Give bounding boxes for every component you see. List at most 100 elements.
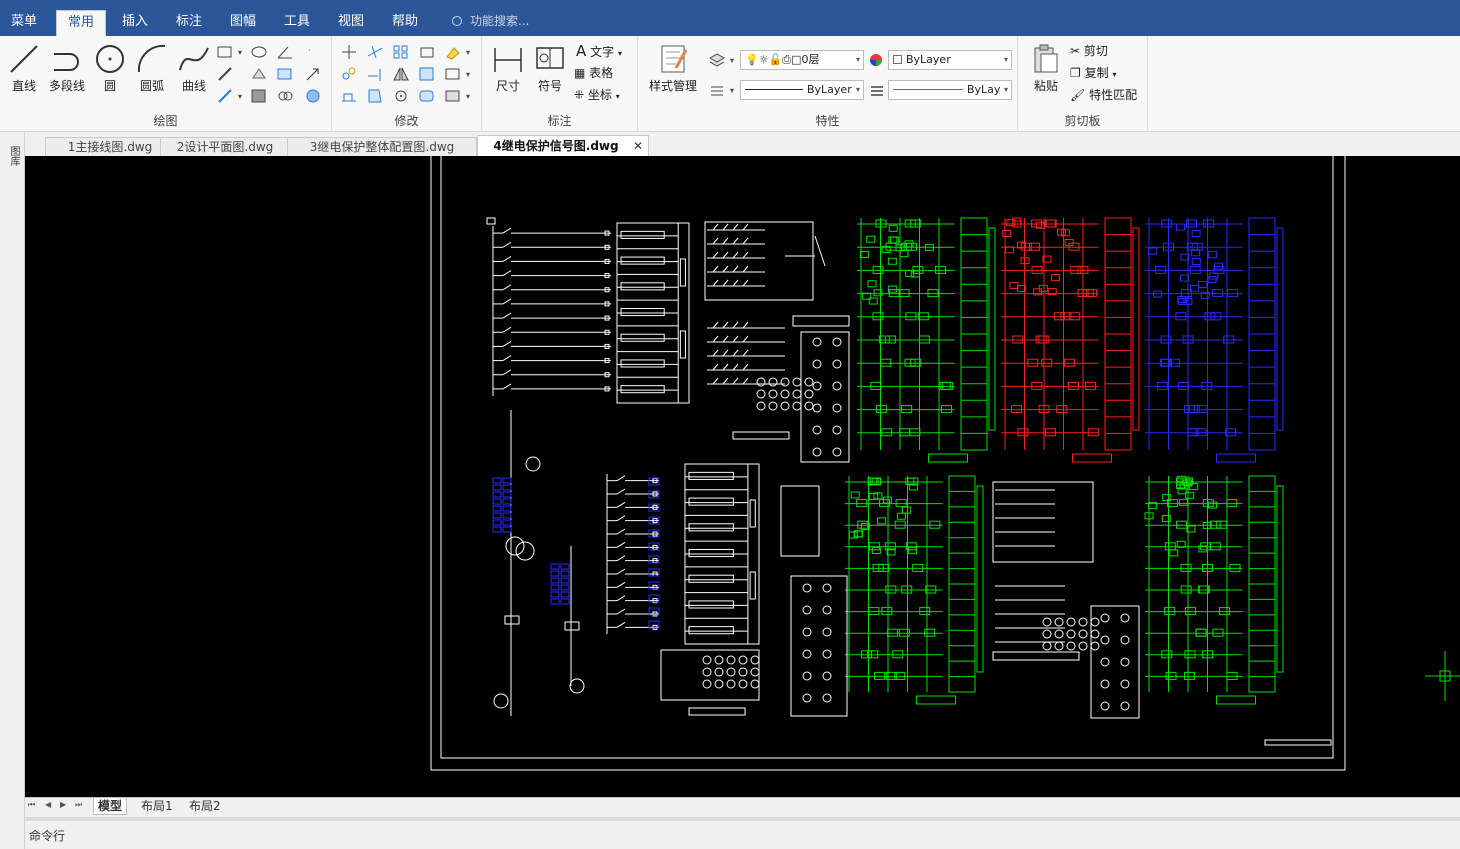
erase-icon[interactable] [444,44,462,60]
tab-view[interactable]: 视图 [327,8,375,36]
stretch-icon[interactable] [340,88,358,104]
symbol-button[interactable]: 符号 [530,42,570,94]
align-icon[interactable] [366,88,384,104]
construction-line-icon[interactable] [216,66,234,82]
cad-line [712,223,719,231]
layer-manager-dropdown-icon[interactable]: ▾ [730,56,734,65]
command-line[interactable]: 命令行 [25,817,1460,849]
angle-icon[interactable] [276,44,294,60]
mirror-icon[interactable] [392,66,410,82]
doc-tab-4[interactable]: 4继电保护信号图.dwg ✕ [477,135,649,156]
tab-sheet[interactable]: 图幅 [219,8,267,36]
terminal-cell [620,308,665,317]
layout-tab-1[interactable]: 布局1 [137,798,177,815]
coordinate-button[interactable]: ⁜ 坐标 ▾ [574,86,620,106]
fillet-icon[interactable] [418,88,436,104]
tab-help[interactable]: 帮助 [381,8,429,36]
curve-button[interactable]: 曲线 [174,42,214,94]
terminal-strip [1276,227,1284,431]
doc-tab-1[interactable]: 1主接线图.dwg [45,137,175,156]
cad-circle [1066,641,1076,651]
table-button[interactable]: ▦ 表格 [574,64,613,82]
boundary-icon[interactable] [276,88,294,104]
copy-object-icon[interactable] [340,66,358,82]
rectangle-icon[interactable] [216,44,234,60]
cad-circle [738,655,748,665]
doc-tab-2[interactable]: 2设计平面图.dwg [160,137,290,156]
scale-icon[interactable] [418,66,436,82]
region-icon[interactable] [250,66,268,82]
rectangle-dropdown-icon[interactable]: ▾ [238,48,242,57]
tab-menu[interactable]: 菜单 [0,8,48,36]
document-tabs: 1主接线图.dwg 2设计平面图.dwg 3继电保护整体配置图.dwg 4继电保… [25,134,1460,156]
terminal-cell [688,523,734,532]
style-manager-button[interactable]: 样式管理 [644,42,702,94]
linetype-select[interactable]: ByLayer ▾ [740,80,864,100]
point-icon[interactable]: · [308,46,311,55]
layer-select[interactable]: 💡☼🔓⎙□0层 ▾ [740,50,864,70]
text-button[interactable]: A 文字 ▾ [576,42,622,63]
close-icon[interactable]: ✕ [633,136,643,156]
terminal-block [780,485,820,557]
ray-dropdown-icon[interactable]: ▾ [238,92,242,101]
tab-insert[interactable]: 插入 [111,8,159,36]
cad-line [712,335,719,343]
explode-icon[interactable] [444,66,462,82]
match-properties-button[interactable]: 🖌 特性匹配 [1070,86,1137,104]
linetype-manager-icon[interactable] [708,82,726,98]
prev-layout-icon[interactable]: ◀ [45,800,51,809]
gradient-icon[interactable] [304,88,322,104]
next-layout-icon[interactable]: ▶ [60,800,66,809]
paste-button[interactable]: 粘贴 [1026,42,1066,94]
lineweight-icon[interactable] [868,82,886,98]
extend-icon[interactable] [366,66,384,82]
relay-symbol [1184,607,1196,616]
last-layout-icon[interactable]: ⏭ [75,800,82,810]
doc-tab-3[interactable]: 3继电保护整体配置图.dwg [287,137,477,156]
hatch-icon[interactable] [250,88,268,104]
layer-manager-icon[interactable] [708,52,726,68]
layout-tab-2[interactable]: 布局2 [185,798,225,815]
ray-icon[interactable] [216,88,234,104]
library-tab[interactable]: 图库 [5,146,19,166]
offset-icon[interactable] [418,44,436,60]
copy-button[interactable]: ❐ 复制 ▾ [1070,64,1116,84]
cad-line [616,528,626,535]
rotate-icon[interactable] [392,88,410,104]
block-icon[interactable] [276,66,294,82]
color-wheel-icon[interactable] [868,52,886,68]
circle-button[interactable]: 圆 [90,42,130,94]
tab-tools[interactable]: 工具 [273,8,321,36]
color-select[interactable]: ByLayer ▾ [888,50,1012,70]
edit-dropdown-icon[interactable]: ▾ [466,92,470,101]
erase-dropdown-icon[interactable]: ▾ [466,48,470,57]
ct-symbol [502,498,512,505]
trim-icon[interactable] [366,44,384,60]
layout-tab-model[interactable]: 模型 [93,798,128,815]
explode-dropdown-icon[interactable]: ▾ [466,70,470,79]
ellipse-icon[interactable] [250,44,268,60]
cad-line [722,321,729,329]
arrow-icon[interactable] [304,66,322,82]
tab-home[interactable]: 常用 [56,10,107,36]
polyline-button[interactable]: 多段线 [46,42,88,94]
cad-circle [768,401,778,411]
cad-line [502,227,512,234]
edit-icon[interactable] [444,88,462,104]
move-icon[interactable] [340,44,358,60]
cad-circle [802,583,812,593]
dimension-button[interactable]: 尺寸 [488,42,528,94]
cut-button[interactable]: ✂ 剪切 [1070,42,1108,60]
drawing-canvas[interactable] [25,156,1460,797]
cad-line [616,555,626,562]
linetype-manager-dropdown-icon[interactable]: ▾ [730,86,734,95]
line-button[interactable]: 直线 [4,42,44,94]
lineweight-select[interactable]: ByLay ▾ [888,80,1012,100]
feature-search[interactable]: 功能搜索... [452,10,529,32]
arc-button[interactable]: 圆弧 [132,42,172,94]
cad-circle [750,679,760,689]
first-layout-icon[interactable]: ⏮ [28,800,35,810]
tab-annotate[interactable]: 标注 [165,8,213,36]
modify-group: ▾ ▾ ▾ 修改 [332,36,482,132]
array-icon[interactable] [392,44,410,60]
